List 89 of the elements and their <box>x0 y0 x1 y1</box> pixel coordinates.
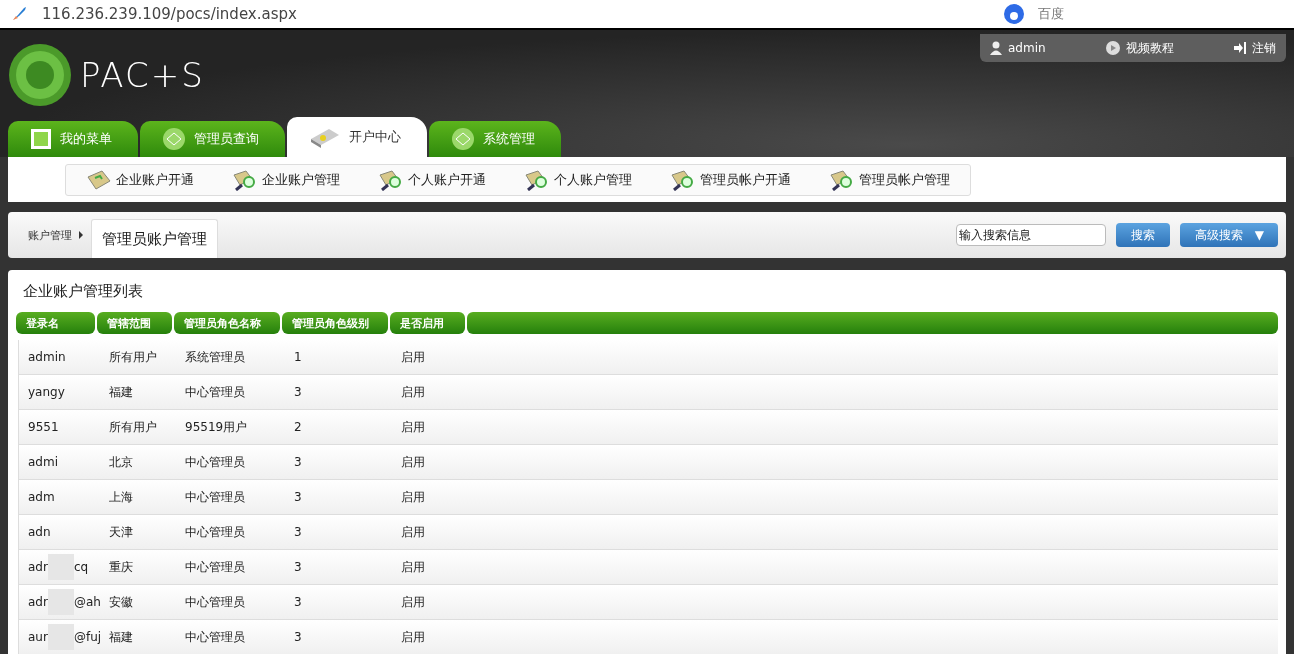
search-button[interactable]: 搜索 <box>1116 223 1171 247</box>
blurred-area <box>47 624 74 650</box>
table-cell-text: 所有用户 <box>109 418 158 436</box>
magnifier-icon <box>378 168 404 191</box>
table-cell-text: 启用 <box>401 488 426 506</box>
table-cell-text: 重庆 <box>109 558 134 576</box>
submenu-link[interactable]: 个人账户管理 <box>554 170 632 189</box>
table-cell-text: 所有用户 <box>109 348 158 366</box>
table-cell: yangy <box>28 385 65 399</box>
table-cell-text: 启用 <box>401 523 426 541</box>
table-cell-text: 1 <box>294 350 303 364</box>
table-cell-text: 福建 <box>109 628 134 646</box>
table-cell: adr <box>28 595 48 609</box>
table-cell-text: 启用 <box>401 558 426 576</box>
table-cell-text: 3 <box>294 385 303 399</box>
column-header: 登录名 <box>16 312 95 334</box>
column-header: 管辖范围 <box>97 312 172 334</box>
submenu-link[interactable]: 企业账户开通 <box>116 170 194 189</box>
table-cell: admin <box>28 350 66 364</box>
table-cell-text: 中心管理员 <box>185 383 246 401</box>
card-icon <box>86 168 112 191</box>
table-cell: adr <box>28 560 48 574</box>
table-cell-text: 3 <box>294 490 303 504</box>
table-cell-text: 中心管理员 <box>185 593 246 611</box>
table-cell-text: 3 <box>294 455 303 469</box>
table-cell: adn <box>28 525 51 539</box>
table-cell: cq <box>73 560 89 574</box>
globe-icon <box>451 127 475 151</box>
table-cell-text: 启用 <box>401 593 426 611</box>
blurred-area <box>47 554 74 580</box>
table-cell-text: 天津 <box>109 523 134 541</box>
table-cell-text: 系统管理员 <box>185 348 246 366</box>
table-cell-text: 启用 <box>401 453 426 471</box>
table-cell: admi <box>28 455 58 469</box>
play-icon <box>1105 41 1120 55</box>
search-engine-label[interactable]: 百度 <box>1038 5 1064 23</box>
column-header: 管理员角色级别 <box>282 312 388 334</box>
breadcrumb-current: 管理员账户管理 <box>91 219 218 258</box>
submenu-link[interactable]: 管理员帐户开通 <box>700 170 791 189</box>
table-cell-text: 95519用户 <box>185 418 249 436</box>
magnifier-icon <box>232 168 258 191</box>
table-cell-text: 启用 <box>401 383 426 401</box>
table-cell-text: 3 <box>294 630 303 644</box>
table-cell-text: 中心管理员 <box>185 628 246 646</box>
submenu-link[interactable]: 管理员帐户管理 <box>859 170 950 189</box>
table-cell-text: 中心管理员 <box>185 453 246 471</box>
column-header: 是否启用 <box>390 312 465 334</box>
table-cell: 9551 <box>28 420 59 434</box>
table-cell-text: 启用 <box>401 418 426 436</box>
magnifier-icon <box>829 168 855 191</box>
table-cell-text: 启用 <box>401 628 426 646</box>
table-cell-text: 中心管理员 <box>185 558 246 576</box>
table-cell-text: 3 <box>294 560 303 574</box>
nav-tab[interactable]: 开户中心 <box>287 117 427 157</box>
table-cell-text: 福建 <box>109 383 134 401</box>
magnifier-icon <box>670 168 696 191</box>
breadcrumb-link[interactable]: 账户管理 <box>28 227 72 243</box>
globe-icon <box>162 127 186 151</box>
user-icon <box>990 41 1002 55</box>
table-cell-text: 2 <box>294 420 303 434</box>
table-cell: aur <box>28 630 48 644</box>
table-cell-text: 中心管理员 <box>185 488 246 506</box>
table-cell-text: 3 <box>294 525 303 539</box>
table-cell-text: 启用 <box>401 348 426 366</box>
table-cell: @fuj <box>73 630 102 644</box>
blurred-area <box>47 589 74 615</box>
logout-link[interactable]: 注销 <box>1252 39 1276 57</box>
table-cell: @ah <box>73 595 101 609</box>
logo-icon <box>8 43 72 107</box>
submenu-link[interactable]: 企业账户管理 <box>262 170 340 189</box>
user-name: admin <box>1008 41 1046 55</box>
submenu-link[interactable]: 个人账户开通 <box>408 170 486 189</box>
logo-text: PAC+S <box>80 55 205 95</box>
table-cell-text: 中心管理员 <box>185 523 246 541</box>
triangle-icon <box>79 231 83 239</box>
table-cell-text: 上海 <box>109 488 134 506</box>
table-cell: adm <box>28 490 55 504</box>
address-bar-url[interactable]: 116.236.239.109/pocs/index.aspx <box>42 5 297 23</box>
logout-icon <box>1234 41 1246 55</box>
video-tutorial-link[interactable]: 视频教程 <box>1125 39 1174 57</box>
table-cell-text: 安徽 <box>109 593 134 611</box>
square-icon <box>30 128 52 150</box>
table-cell-text: 北京 <box>109 453 134 471</box>
search-field[interactable]: 输入搜索信息 <box>956 224 1107 246</box>
magnifier-icon <box>524 168 550 191</box>
list-title: 企业账户管理列表 <box>23 282 144 301</box>
table-cell-text: 3 <box>294 595 303 609</box>
column-header: 管理员角色名称 <box>174 312 280 334</box>
advanced-search-button[interactable]: 高级搜索 ▼ <box>1180 223 1278 247</box>
